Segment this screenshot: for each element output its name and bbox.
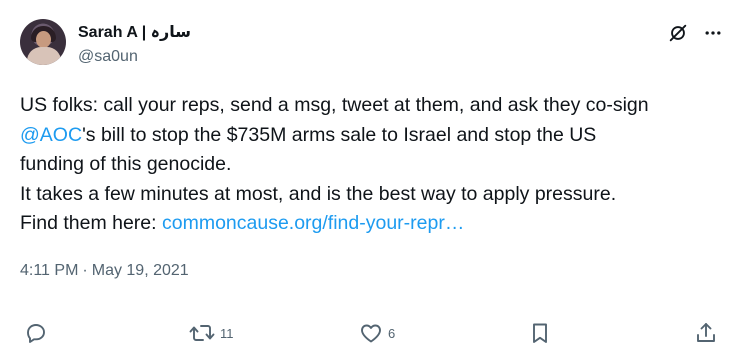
header-actions [667, 22, 723, 44]
author-handle[interactable]: @sa0un [78, 48, 138, 66]
author-display-name[interactable]: Sarah A | سارہ [78, 22, 191, 42]
reply-button[interactable] [24, 321, 53, 345]
action-bar: 11 6 [24, 321, 719, 347]
grok-icon[interactable] [667, 22, 689, 44]
more-icon[interactable] [703, 23, 723, 43]
tweet-date[interactable]: May 19, 2021 [92, 262, 189, 279]
external-link[interactable]: commoncause.org/find-your-repr… [162, 212, 464, 234]
retweet-icon [189, 321, 215, 345]
tweet-line-1: US folks: call your reps, send a msg, tw… [20, 94, 649, 116]
tweet-line-4: It takes a few minutes at most, and is t… [20, 182, 617, 205]
tweet-text: US folks: call your reps, send a msg, tw… [20, 91, 732, 239]
share-button[interactable] [694, 321, 718, 345]
like-button[interactable]: 6 [359, 321, 395, 345]
share-icon [694, 321, 718, 345]
tweet-line-2: @AOC's bill to stop the $735M arms sale … [20, 121, 732, 151]
avatar[interactable] [20, 19, 66, 65]
reply-icon [24, 321, 48, 345]
tweet-line-2-text: 's bill to stop the $735M arms sale to I… [82, 123, 597, 146]
avatar-face [36, 31, 51, 48]
retweet-button[interactable]: 11 [189, 321, 234, 345]
tweet-line-5: Find them here: commoncause.org/find-you… [20, 209, 732, 239]
mention-link[interactable]: @AOC [20, 124, 82, 146]
avatar-body [27, 47, 61, 65]
bookmark-icon [528, 321, 552, 345]
retweet-count: 11 [220, 325, 234, 341]
tweet-timestamp[interactable]: 4:11 PM · May 19, 2021 [20, 262, 189, 280]
tweet-time[interactable]: 4:11 PM [20, 262, 78, 279]
tweet-line-5-prefix: Find them here: [20, 212, 162, 234]
heart-icon [359, 321, 383, 345]
tweet-line-3: funding of this genocide. [20, 153, 232, 175]
timestamp-separator: · [82, 262, 88, 279]
tweet-card: Sarah A | سارہ @sa0un US folks: call you… [0, 0, 741, 358]
author-name-row[interactable]: Sarah A | سارہ [78, 22, 191, 42]
like-count: 6 [388, 325, 396, 341]
bookmark-button[interactable] [528, 321, 552, 345]
